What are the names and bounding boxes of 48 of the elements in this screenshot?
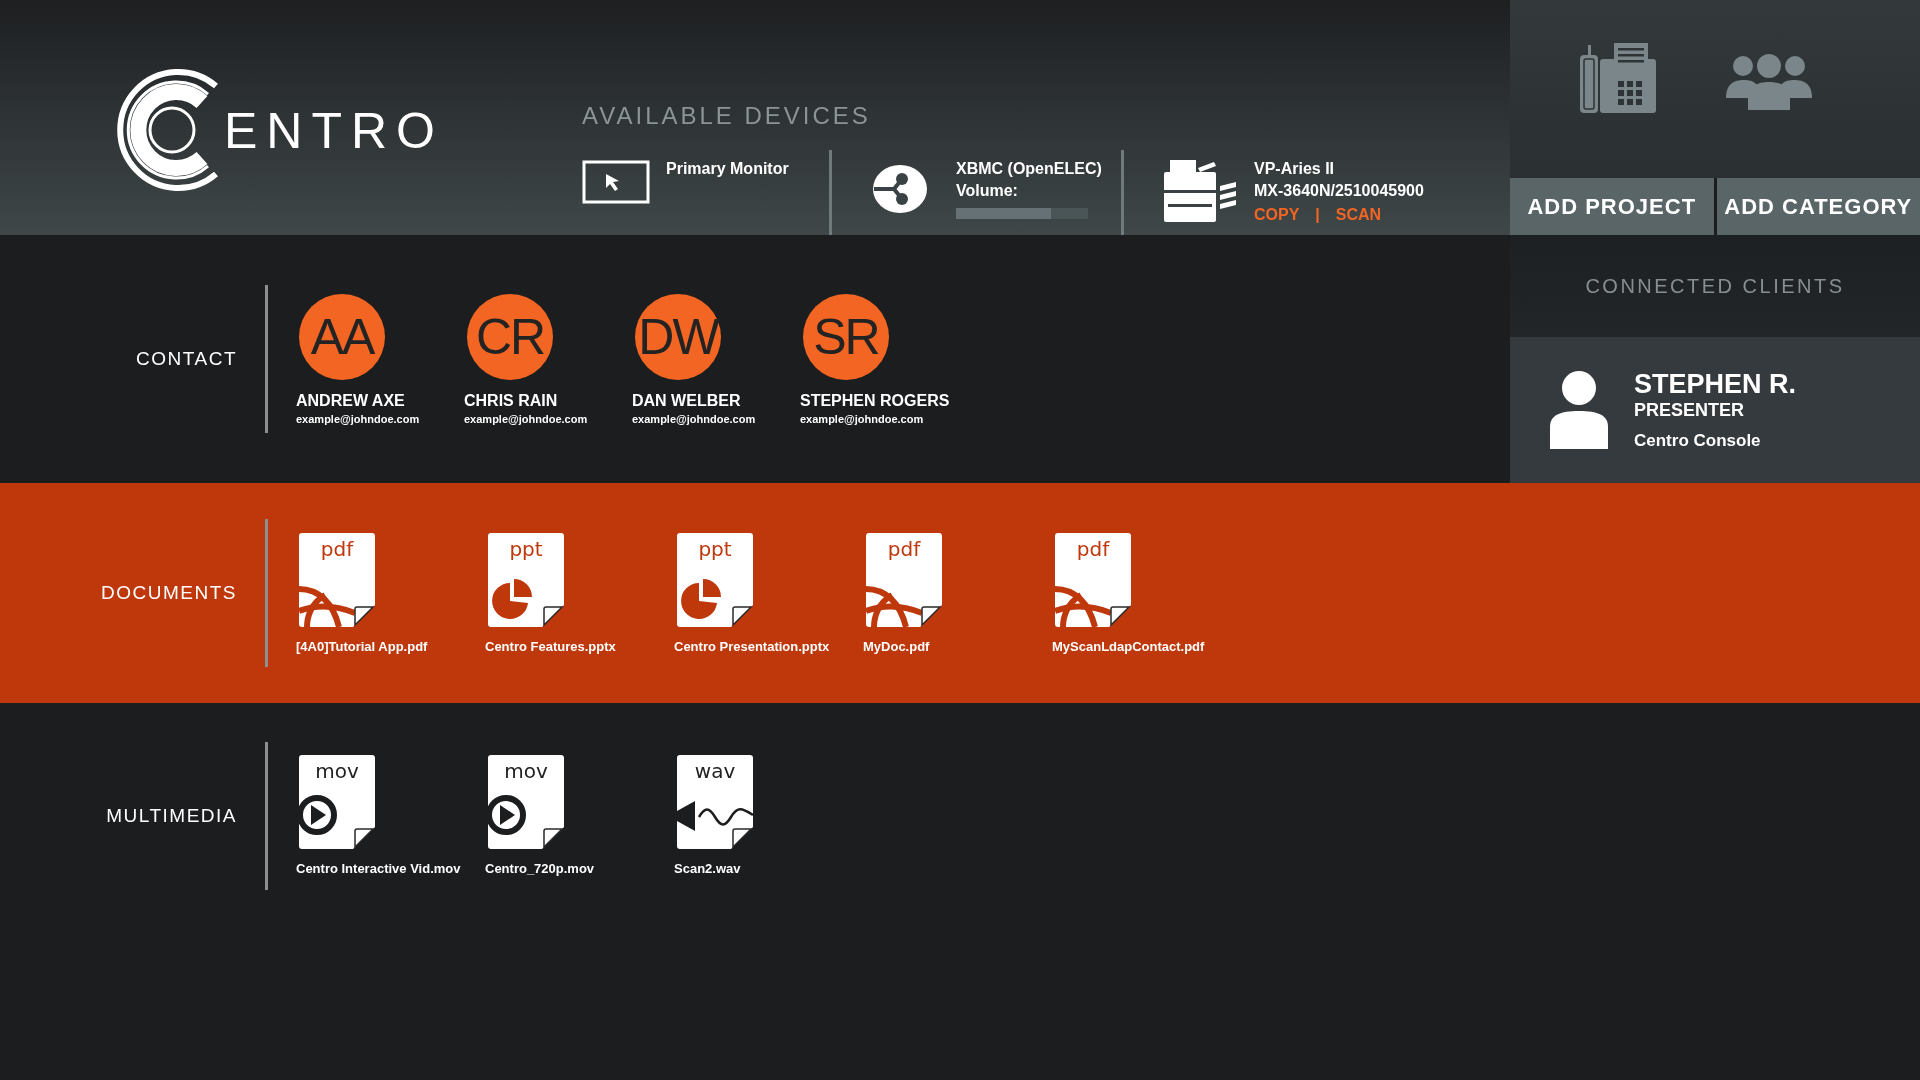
file-type-label: pdf: [1076, 536, 1110, 561]
toolbar-button[interactable]: ADD PROJECT: [1510, 178, 1714, 235]
client-device: Centro Console: [1634, 431, 1761, 451]
section-title: CONNECTED CLIENTS: [1585, 274, 1845, 298]
file-name: Centro_720p.mov: [485, 861, 595, 876]
initials-avatar[interactable]: DW: [635, 293, 721, 380]
section-label: DOCUMENTS: [101, 582, 237, 603]
contact-name: ANDREW AXE: [296, 391, 405, 410]
device-name: VP-Aries II: [1254, 160, 1335, 178]
contact-email: example@johndoe.com: [632, 412, 756, 425]
file-type-label: pdf: [887, 536, 921, 561]
initials-avatar[interactable]: CR: [467, 293, 553, 380]
file-type-label: ppt: [698, 536, 732, 561]
client-role: PRESENTER: [1634, 400, 1745, 421]
file-name: Centro Presentation.pptx: [674, 638, 830, 654]
separator: |: [1315, 206, 1320, 224]
action-link[interactable]: SCAN: [1335, 206, 1382, 224]
file-name: Centro Features.pptx: [485, 638, 616, 654]
contact-name: DAN WELBER: [632, 391, 741, 410]
contact-email: example@johndoe.com: [464, 412, 588, 425]
action-link[interactable]: COPY: [1254, 206, 1300, 224]
file-type-label: ppt: [509, 536, 543, 561]
volume-label: Volume:: [956, 182, 1018, 200]
device-model: MX-3640N/2510045900: [1254, 182, 1424, 200]
file-name: MyScanLdapContact.pdf: [1052, 638, 1205, 654]
file-type-label: mov: [315, 759, 359, 783]
client-name: STEPHEN R.: [1634, 369, 1797, 400]
contact-name: CHRIS RAIN: [464, 391, 558, 410]
device-name: XBMC (OpenELEC): [956, 160, 1102, 178]
contact-email: example@johndoe.com: [800, 412, 924, 425]
toolbar-button[interactable]: ADD CATEGORY: [1716, 178, 1920, 235]
file-type-label: wav: [694, 759, 736, 783]
section-title: AVAILABLE DEVICES: [582, 102, 871, 130]
contact-email: example@johndoe.com: [296, 412, 420, 425]
file-name: Scan2.wav: [674, 861, 741, 876]
section-label: MULTIMEDIA: [106, 804, 237, 826]
client-card[interactable]: STEPHEN R. PRESENTER Centro Console: [1510, 337, 1920, 483]
initials-avatar[interactable]: SR: [803, 293, 889, 380]
file-name: [4A0]Tutorial App.pdf: [296, 638, 428, 654]
file-name: MyDoc.pdf: [863, 638, 930, 654]
file-type-label: pdf: [320, 536, 354, 561]
file-name: Centro Interactive Vid.mov: [296, 861, 461, 876]
logo-wordmark: ENTRO: [224, 102, 444, 160]
initials-avatar[interactable]: AA: [299, 293, 385, 380]
device-name: Primary Monitor: [666, 160, 789, 178]
file-type-label: mov: [504, 759, 548, 783]
contact-name: STEPHEN ROGERS: [800, 391, 950, 410]
section-label: CONTACT: [136, 348, 237, 369]
